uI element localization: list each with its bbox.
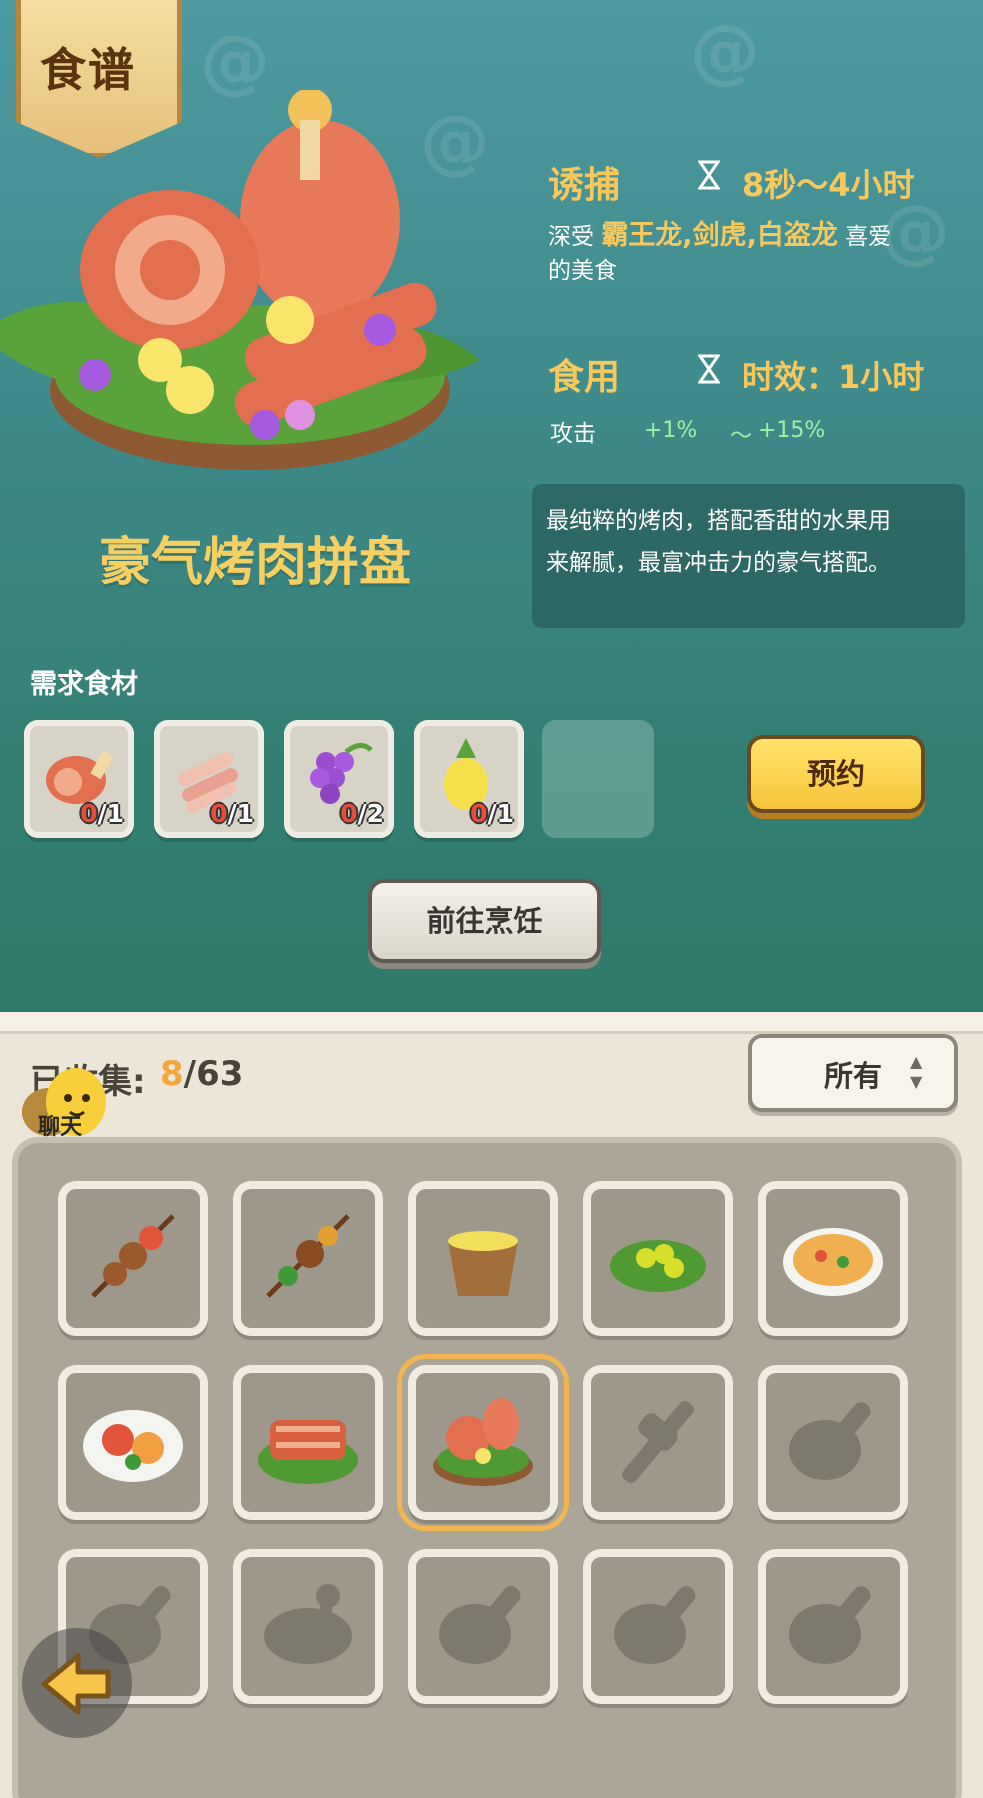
- ingredient-count: 0/1: [210, 799, 254, 828]
- recipe-cell[interactable]: [583, 1365, 733, 1520]
- recipe-cell[interactable]: [583, 1549, 733, 1704]
- recipe-cell[interactable]: [408, 1181, 558, 1336]
- locked-meat-icon: [439, 1586, 521, 1664]
- lure-description: 深受 霸王龙,剑虎,白盗龙 喜爱: [548, 220, 891, 253]
- collected-count: 8/63: [160, 1054, 244, 1094]
- ingredient-slot[interactable]: 0/2: [284, 720, 394, 838]
- back-button[interactable]: [22, 1628, 132, 1738]
- fruit-leaf-plate-icon: [610, 1240, 706, 1292]
- back-arrow-icon: [41, 1653, 111, 1715]
- description-line-2: 来解腻，最富冲击力的豪气搭配。: [546, 550, 891, 576]
- recipe-cell[interactable]: [397, 1354, 569, 1531]
- bbq-platter-illustration: [0, 90, 480, 470]
- eat-duration: 时效：1小时: [742, 358, 925, 396]
- description-line-1: 最纯粹的烤肉，搭配香甜的水果用: [546, 508, 891, 534]
- ingredient-slot[interactable]: 0/1: [414, 720, 524, 838]
- ingredient-count: 0/1: [470, 799, 514, 828]
- lure-time: 8秒～4小时: [742, 166, 915, 204]
- collection-panel: 已收集: 8/63 聊天 所有 ▲▼: [0, 1012, 983, 1798]
- stat-separator: ～: [730, 424, 753, 449]
- fruit-plate-icon: [83, 1410, 183, 1482]
- ribs-plate-icon: [258, 1420, 358, 1484]
- recipe-cell[interactable]: [233, 1365, 383, 1520]
- sort-arrows-icon: ▲ ▼: [910, 1052, 923, 1091]
- ingredient-slot[interactable]: 0/1: [154, 720, 264, 838]
- bbq-platter-icon: [433, 1398, 533, 1486]
- recipe-grid: [12, 1137, 962, 1798]
- recipe-description: 最纯粹的烤肉，搭配香甜的水果用 来解腻，最富冲击力的豪气搭配。: [532, 484, 965, 628]
- eat-label: 食用: [548, 357, 621, 398]
- locked-meat-icon: [614, 1586, 696, 1664]
- lure-desc-line2: 的美食: [548, 258, 617, 284]
- locked-meat-icon: [789, 1402, 871, 1480]
- skewer-icon: [91, 1214, 175, 1298]
- lure-desc-suffix: 喜爱: [845, 224, 892, 250]
- recipe-cell[interactable]: [58, 1365, 208, 1520]
- ingredient-slot[interactable]: 0/1: [24, 720, 134, 838]
- recipe-panel: @ @ @ @ 食谱 豪气烤肉拼盘 诱捕 8秒～4小时 深受 霸王龙,剑虎,白盗…: [0, 0, 983, 1015]
- recipe-cell[interactable]: [58, 1181, 208, 1336]
- filter-value: 所有: [824, 1059, 883, 1093]
- pineapple-bowl-icon: [448, 1231, 518, 1296]
- stat-label: 攻击: [550, 421, 596, 447]
- reserve-button[interactable]: 预约: [747, 735, 925, 813]
- swirl-decoration: @: [690, 10, 760, 92]
- ingredient-slot-empty: [542, 720, 654, 838]
- go-cook-button[interactable]: 前往烹饪: [368, 879, 601, 963]
- hourglass-icon: [698, 354, 720, 384]
- lure-creatures: 霸王龙,剑虎,白盗龙: [601, 220, 838, 251]
- panel-edge: [0, 1012, 983, 1034]
- hourglass-icon: [698, 160, 720, 190]
- recipe-cell[interactable]: [233, 1549, 383, 1704]
- lure-desc-prefix: 深受: [548, 224, 594, 250]
- ingredient-count: 0/1: [80, 799, 124, 828]
- stat-max: +15%: [758, 418, 826, 443]
- dish-name: 豪气烤肉拼盘: [98, 533, 411, 593]
- recipe-cell[interactable]: [408, 1549, 558, 1704]
- locked-meat-icon: [789, 1586, 871, 1664]
- mushroom-skewer-icon: [266, 1214, 350, 1298]
- locked-roast-icon: [264, 1584, 352, 1664]
- ingredient-count: 0/2: [340, 799, 384, 828]
- recipe-cell[interactable]: [758, 1181, 908, 1336]
- recipe-cell[interactable]: [758, 1365, 908, 1520]
- recipe-cell[interactable]: [758, 1549, 908, 1704]
- lure-label: 诱捕: [548, 165, 621, 206]
- stat-min: +1%: [644, 418, 698, 443]
- recipe-cell[interactable]: [583, 1181, 733, 1336]
- ingredients-title: 需求食材: [30, 669, 138, 700]
- pizza-plate-icon: [783, 1228, 883, 1296]
- locked-skewer-icon: [622, 1401, 694, 1483]
- recipe-cell[interactable]: [233, 1181, 383, 1336]
- filter-dropdown[interactable]: 所有 ▲ ▼: [748, 1034, 958, 1112]
